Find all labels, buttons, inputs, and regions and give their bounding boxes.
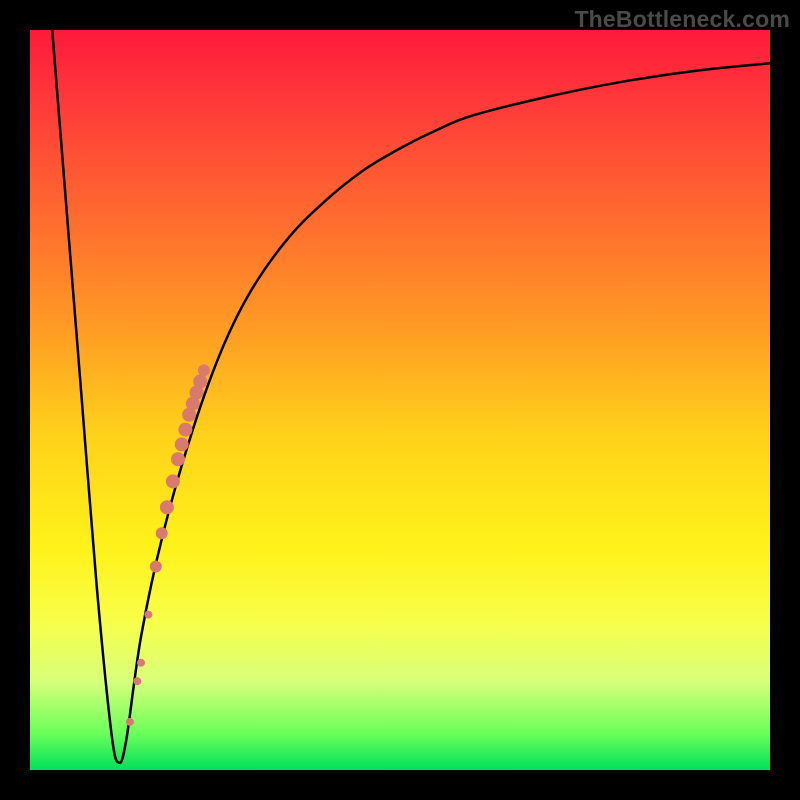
marker-dot (186, 397, 200, 411)
chart-svg (30, 30, 770, 770)
marker-dot (166, 474, 180, 488)
marker-dot (137, 659, 145, 667)
watermark-text: TheBottleneck.com (574, 6, 790, 33)
bottleneck-curve (52, 30, 770, 763)
marker-dot (198, 364, 210, 376)
marker-dot (150, 561, 162, 573)
marker-dot (133, 677, 141, 685)
curve-layer (52, 30, 770, 763)
marker-dots (126, 364, 210, 726)
marker-dot (182, 408, 196, 422)
plot-area (30, 30, 770, 770)
marker-dot (190, 386, 204, 400)
marker-dot (156, 527, 168, 539)
marker-dot (171, 452, 185, 466)
marker-dot (144, 611, 152, 619)
chart-frame: TheBottleneck.com (0, 0, 800, 800)
marker-dot (160, 500, 174, 514)
marker-dot (178, 423, 192, 437)
marker-dot (193, 375, 207, 389)
marker-dot (175, 437, 189, 451)
marker-dot (126, 718, 134, 726)
